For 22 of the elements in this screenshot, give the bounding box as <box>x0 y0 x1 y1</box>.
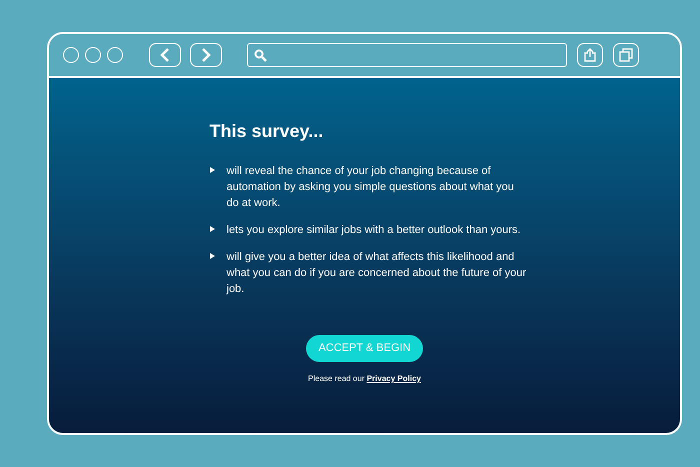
share-icon <box>584 48 596 62</box>
survey-point: lets you explore similar jobs with a better outlook than yours. <box>226 223 522 238</box>
tabs-button[interactable] <box>613 43 639 67</box>
share-button[interactable] <box>577 43 603 67</box>
privacy-notice: Please read our Privacy Policy <box>308 373 421 385</box>
bullet-icon <box>210 253 214 259</box>
window-control-icon[interactable] <box>107 47 123 63</box>
bullet-icon <box>210 226 214 232</box>
search-icon <box>254 48 267 62</box>
window-control-icon[interactable] <box>85 47 101 63</box>
privacy-policy-link[interactable]: Privacy Policy <box>366 374 421 383</box>
forward-button[interactable] <box>190 43 222 67</box>
bullet-icon <box>210 167 214 173</box>
survey-point: will reveal the chance of your job changing because of automation by asking you simple questions about what you do at work. <box>226 164 515 211</box>
chevron-left-icon <box>160 48 170 62</box>
tabs-icon <box>619 48 633 62</box>
back-button[interactable] <box>149 43 181 67</box>
window-control-icon[interactable] <box>63 47 79 63</box>
chevron-right-icon <box>201 48 211 62</box>
survey-point: will give you a better idea of what affects this likelihood and what you can do if you are concerned about the future of your job. <box>226 250 528 297</box>
survey-title: This survey... <box>210 120 324 143</box>
address-bar[interactable] <box>247 43 567 67</box>
